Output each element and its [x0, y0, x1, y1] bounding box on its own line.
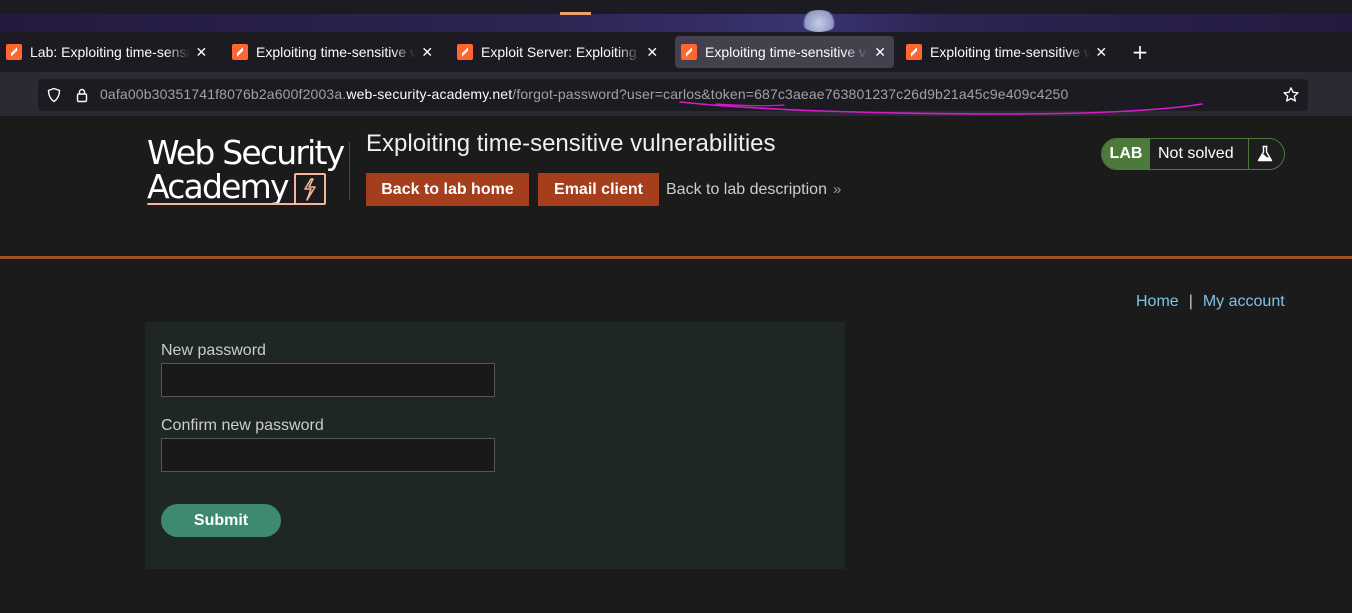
portswigger-favicon-icon	[232, 44, 248, 60]
lab-title: Exploiting time-sensitive vulnerabilitie…	[366, 130, 776, 157]
web-security-academy-logo[interactable]: Web Security Academy	[147, 136, 347, 211]
tab-exploiting-2[interactable]: Exploiting time-sensitive vulnerabilitie…	[900, 36, 1115, 68]
header-divider	[349, 142, 350, 200]
window-top-strip	[0, 0, 1352, 32]
tab-title: Exploiting time-sensitive vulnerabilitie…	[705, 44, 868, 60]
new-password-label: New password	[161, 342, 266, 359]
tab-title: Lab: Exploiting time-sensitive vulnerabi…	[30, 44, 190, 60]
url-path: /forgot-password?user=carlos&token=687c3…	[512, 86, 1069, 102]
tab-lab[interactable]: Lab: Exploiting time-sensitive vulnerabi…	[0, 36, 215, 68]
status-separator	[1248, 139, 1249, 169]
tab-title: Exploiting time-sensitive vulnerabilitie…	[256, 44, 416, 60]
close-tab-icon[interactable]: ✕	[645, 44, 660, 61]
navigation-bar: 0afa00b30351741f8076b2a600f2003a.web-sec…	[0, 72, 1352, 116]
lightning-logo-icon	[294, 173, 326, 205]
lab-status-badge: LAB	[1102, 139, 1150, 169]
tab-title: Exploit Server: Exploiting time-sensitiv…	[481, 44, 641, 60]
tracking-protection-shield-icon[interactable]	[46, 87, 62, 103]
logo-line-1: Web Security	[147, 133, 345, 172]
email-client-button[interactable]: Email client	[538, 173, 659, 206]
lab-status-text: Not solved	[1158, 145, 1234, 162]
confirm-password-label: Confirm new password	[161, 417, 324, 434]
tab-title: Exploiting time-sensitive vulnerabilitie…	[930, 44, 1090, 60]
portswigger-favicon-icon	[681, 44, 697, 60]
double-chevron-right-icon: »	[832, 181, 842, 198]
submit-button[interactable]: Submit	[161, 504, 281, 537]
close-tab-icon[interactable]: ✕	[1094, 44, 1109, 61]
home-link[interactable]: Home	[1136, 293, 1179, 310]
portswigger-favicon-icon	[6, 44, 22, 60]
back-to-lab-description-link[interactable]: Back to lab description »	[666, 181, 841, 199]
back-to-lab-home-button[interactable]: Back to lab home	[366, 173, 529, 206]
tab-exploit-server[interactable]: Exploit Server: Exploiting time-sensitiv…	[451, 36, 666, 68]
back-to-lab-description-label: Back to lab description	[666, 181, 827, 198]
tab-bar: Lab: Exploiting time-sensitive vulnerabi…	[0, 32, 1352, 72]
confirm-password-input[interactable]	[161, 438, 495, 472]
url-domain: web-security-academy.net	[346, 86, 513, 102]
close-tab-icon[interactable]: ✕	[420, 44, 435, 61]
reset-password-form: New password Confirm new password Submit	[145, 322, 845, 569]
banner-accent	[560, 12, 591, 15]
window-banner	[0, 14, 1352, 32]
logo-underline	[147, 203, 302, 205]
flask-icon	[1257, 145, 1273, 162]
portswigger-favicon-icon	[906, 44, 922, 60]
close-tab-icon[interactable]: ✕	[872, 44, 888, 61]
banner-moon-graphic	[800, 10, 838, 32]
my-account-link[interactable]: My account	[1203, 293, 1285, 310]
new-tab-button[interactable]: +	[1128, 40, 1152, 64]
url-bar[interactable]: 0afa00b30351741f8076b2a600f2003a.web-sec…	[38, 79, 1308, 111]
tab-exploiting-1[interactable]: Exploiting time-sensitive vulnerabilitie…	[226, 36, 441, 68]
lock-icon[interactable]	[74, 87, 90, 103]
close-tab-icon[interactable]: ✕	[194, 44, 209, 61]
lab-header: Web Security Academy Exploiting time-sen…	[0, 116, 1352, 259]
nav-separator: |	[1188, 293, 1193, 310]
tab-exploiting-active[interactable]: Exploiting time-sensitive vulnerabilitie…	[675, 36, 894, 68]
bookmark-star-icon[interactable]	[1282, 86, 1300, 104]
url-text[interactable]: 0afa00b30351741f8076b2a600f2003a.web-sec…	[100, 86, 1068, 102]
portswigger-favicon-icon	[457, 44, 473, 60]
url-subdomain: 0afa00b30351741f8076b2a600f2003a.	[100, 86, 347, 102]
page-content: Web Security Academy Exploiting time-sen…	[0, 116, 1352, 613]
new-password-input[interactable]	[161, 363, 495, 397]
lab-status-widget: LAB Not solved	[1101, 138, 1285, 170]
account-navigation: Home | My account	[1136, 293, 1285, 311]
